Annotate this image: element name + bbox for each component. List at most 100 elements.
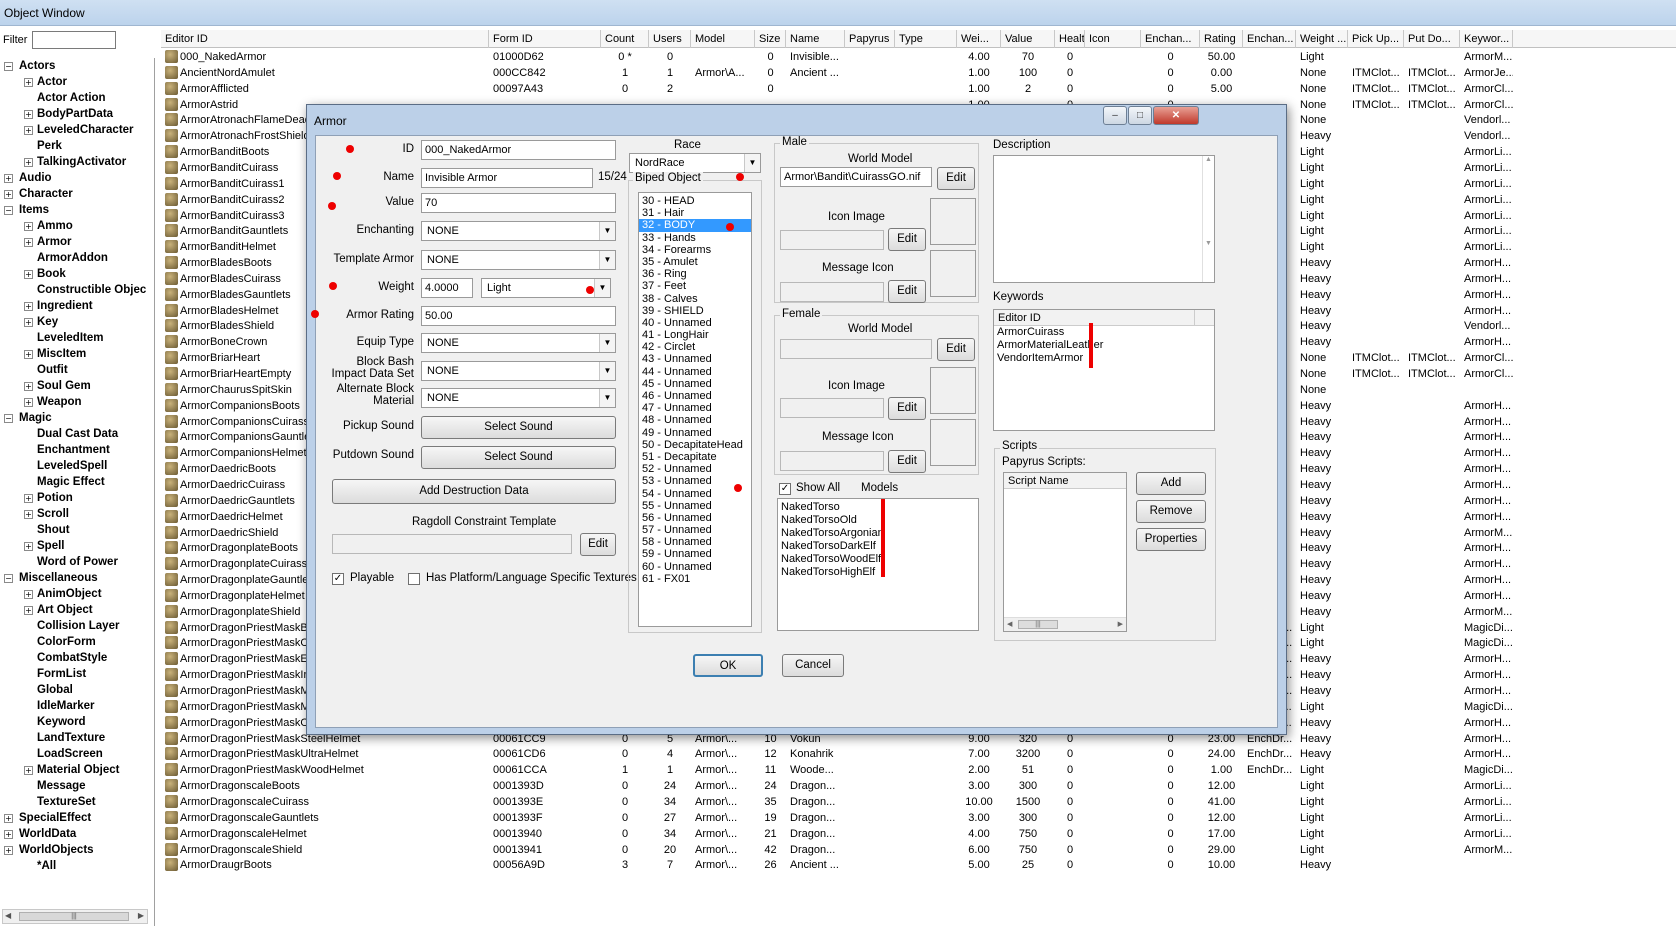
biped-item[interactable]: 59 - Unnamed	[639, 548, 751, 560]
grid-column-header[interactable]: Keywor...	[1460, 30, 1513, 48]
script-name-header[interactable]: Script Name	[1004, 473, 1126, 489]
grid-column-header[interactable]: Form ID	[489, 30, 601, 48]
biped-item[interactable]: 32 - BODY	[639, 219, 751, 232]
tree-node[interactable]: ColorForm	[0, 634, 154, 650]
block-bash-dropdown[interactable]: NONE ▼	[421, 361, 616, 381]
grid-column-header[interactable]: Users	[649, 30, 691, 48]
biped-item[interactable]: 57 - Unnamed	[639, 524, 751, 536]
minimize-icon[interactable]: –	[1103, 106, 1127, 125]
model-item[interactable]: NakedTorsoHighElf	[778, 566, 978, 579]
chevron-down-icon[interactable]: ▼	[599, 222, 615, 240]
biped-item[interactable]: 61 - FX01	[639, 573, 751, 585]
scroll-thumb[interactable]: |||	[1018, 620, 1058, 629]
biped-item[interactable]: 38 - Calves	[639, 293, 751, 305]
expand-icon[interactable]: +	[24, 398, 33, 407]
tree-node[interactable]: Dual Cast Data	[0, 426, 154, 442]
tree-node[interactable]: + SpecialEffect	[0, 810, 154, 826]
biped-item[interactable]: 34 - Forearms	[639, 244, 751, 256]
expand-icon[interactable]: +	[24, 238, 33, 247]
biped-item[interactable]: 52 - Unnamed	[639, 463, 751, 475]
add-destruction-button[interactable]: Add Destruction Data	[332, 479, 616, 504]
tree-node[interactable]: + MiscItem	[0, 346, 154, 362]
collapse-icon[interactable]: −	[4, 206, 13, 215]
biped-item[interactable]: 33 - Hands	[639, 232, 751, 244]
tree-node[interactable]: + WorldData	[0, 826, 154, 842]
biped-item[interactable]: 47 - Unnamed	[639, 402, 751, 414]
category-tree[interactable]: − Actors + Actor Actor Action + BodyPartData + L…	[0, 58, 155, 926]
tree-node[interactable]: Word of Power	[0, 554, 154, 570]
expand-icon[interactable]: +	[24, 222, 33, 231]
grid-column-header[interactable]: Count	[601, 30, 649, 48]
expand-icon[interactable]: +	[24, 158, 33, 167]
tree-node[interactable]: IdleMarker	[0, 698, 154, 714]
tree-node[interactable]: − Miscellaneous	[0, 570, 154, 586]
expand-icon[interactable]: +	[4, 174, 13, 183]
keyword-item[interactable]: ArmorCuirass	[994, 326, 1214, 339]
biped-item[interactable]: 43 - Unnamed	[639, 353, 751, 365]
tree-node[interactable]: + Actor	[0, 74, 154, 90]
biped-item[interactable]: 30 - HEAD	[639, 195, 751, 207]
grid-column-header[interactable]: Editor ID	[161, 30, 489, 48]
biped-item[interactable]: 55 - Unnamed	[639, 500, 751, 512]
female-icon-image-edit-button[interactable]: Edit	[888, 397, 926, 420]
table-row[interactable]: ArmorDragonPriestMaskWoodHelmet 00061CCA 1…	[161, 762, 1676, 779]
grid-column-header[interactable]: Weight ...	[1296, 30, 1348, 48]
biped-item[interactable]: 39 - SHIELD	[639, 305, 751, 317]
enchanting-dropdown[interactable]: NONE ▼	[421, 221, 616, 241]
add-script-button[interactable]: Add	[1136, 472, 1206, 495]
grid-column-header[interactable]: Enchan...	[1243, 30, 1296, 48]
alt-block-dropdown[interactable]: NONE ▼	[421, 388, 616, 408]
table-row[interactable]: AncientNordAmulet 000CC842 1 1 Armor\A... 0 An…	[161, 65, 1676, 82]
biped-item[interactable]: 51 - Decapitate	[639, 451, 751, 463]
description-field[interactable]: ▲ ▼	[993, 155, 1215, 283]
pickup-sound-button[interactable]: Select Sound	[421, 416, 616, 439]
keywords-list[interactable]: Editor ID ArmorCuirass ArmorMaterialLeath…	[993, 309, 1215, 431]
biped-item[interactable]: 45 - Unnamed	[639, 378, 751, 390]
scroll-thumb[interactable]: |||	[19, 912, 129, 921]
male-icon-image-edit-button[interactable]: Edit	[888, 228, 926, 251]
tree-node[interactable]: + LeveledCharacter	[0, 122, 154, 138]
name-field[interactable]: Invisible Armor	[421, 168, 593, 188]
tree-node[interactable]: Perk	[0, 138, 154, 154]
tree-node[interactable]: + Scroll	[0, 506, 154, 522]
tree-node[interactable]: LeveledItem	[0, 330, 154, 346]
grid-column-header[interactable]: Papyrus	[845, 30, 895, 48]
tree-node[interactable]: ArmorAddon	[0, 250, 154, 266]
biped-item[interactable]: 56 - Unnamed	[639, 512, 751, 524]
female-world-model-edit-button[interactable]: Edit	[937, 338, 975, 361]
tree-node[interactable]: Shout	[0, 522, 154, 538]
expand-icon[interactable]: +	[4, 190, 13, 199]
grid-column-header[interactable]: Rating	[1200, 30, 1243, 48]
grid-column-header[interactable]: Size	[755, 30, 786, 48]
table-row[interactable]: ArmorDragonscaleCuirass 0001393E 0 34 Armor\…	[161, 794, 1676, 811]
grid-column-header[interactable]: Health	[1055, 30, 1085, 48]
remove-script-button[interactable]: Remove	[1136, 500, 1206, 523]
expand-icon[interactable]: +	[24, 270, 33, 279]
tree-node[interactable]: + TalkingActivator	[0, 154, 154, 170]
chevron-down-icon[interactable]: ▼	[594, 279, 610, 297]
table-row[interactable]: ArmorDraugrBoots 00056A9D 3 7 Armor\... 26 Anc…	[161, 857, 1676, 874]
female-message-icon-edit-button[interactable]: Edit	[888, 450, 926, 473]
tree-node[interactable]: Enchantment	[0, 442, 154, 458]
male-message-icon-edit-button[interactable]: Edit	[888, 280, 926, 303]
grid-column-header[interactable]: Icon	[1085, 30, 1141, 48]
tree-node[interactable]: Keyword	[0, 714, 154, 730]
collapse-icon[interactable]: −	[4, 62, 13, 71]
properties-button[interactable]: Properties	[1136, 528, 1206, 551]
tree-node[interactable]: LoadScreen	[0, 746, 154, 762]
close-icon[interactable]: ✕	[1153, 106, 1199, 125]
keyword-item[interactable]: VendorItemArmor	[994, 352, 1214, 365]
tree-node[interactable]: LeveledSpell	[0, 458, 154, 474]
biped-item[interactable]: 48 - Unnamed	[639, 414, 751, 426]
scroll-left-arrow-icon[interactable]: ◀	[1007, 618, 1012, 631]
scroll-right-arrow-icon[interactable]: ▶	[1118, 618, 1123, 631]
tree-node[interactable]: + Key	[0, 314, 154, 330]
keywords-header[interactable]: Editor ID	[994, 310, 1214, 326]
show-all-checkbox[interactable]: ✓	[779, 483, 791, 495]
tree-node[interactable]: CombatStyle	[0, 650, 154, 666]
model-item[interactable]: NakedTorsoWoodElf	[778, 553, 978, 566]
chevron-down-icon[interactable]: ▼	[599, 334, 615, 352]
grid-column-header[interactable]: Value	[1001, 30, 1055, 48]
equip-type-dropdown[interactable]: NONE ▼	[421, 333, 616, 353]
table-row[interactable]: ArmorDragonscaleGauntlets 0001393F 0 27 Armo…	[161, 810, 1676, 827]
